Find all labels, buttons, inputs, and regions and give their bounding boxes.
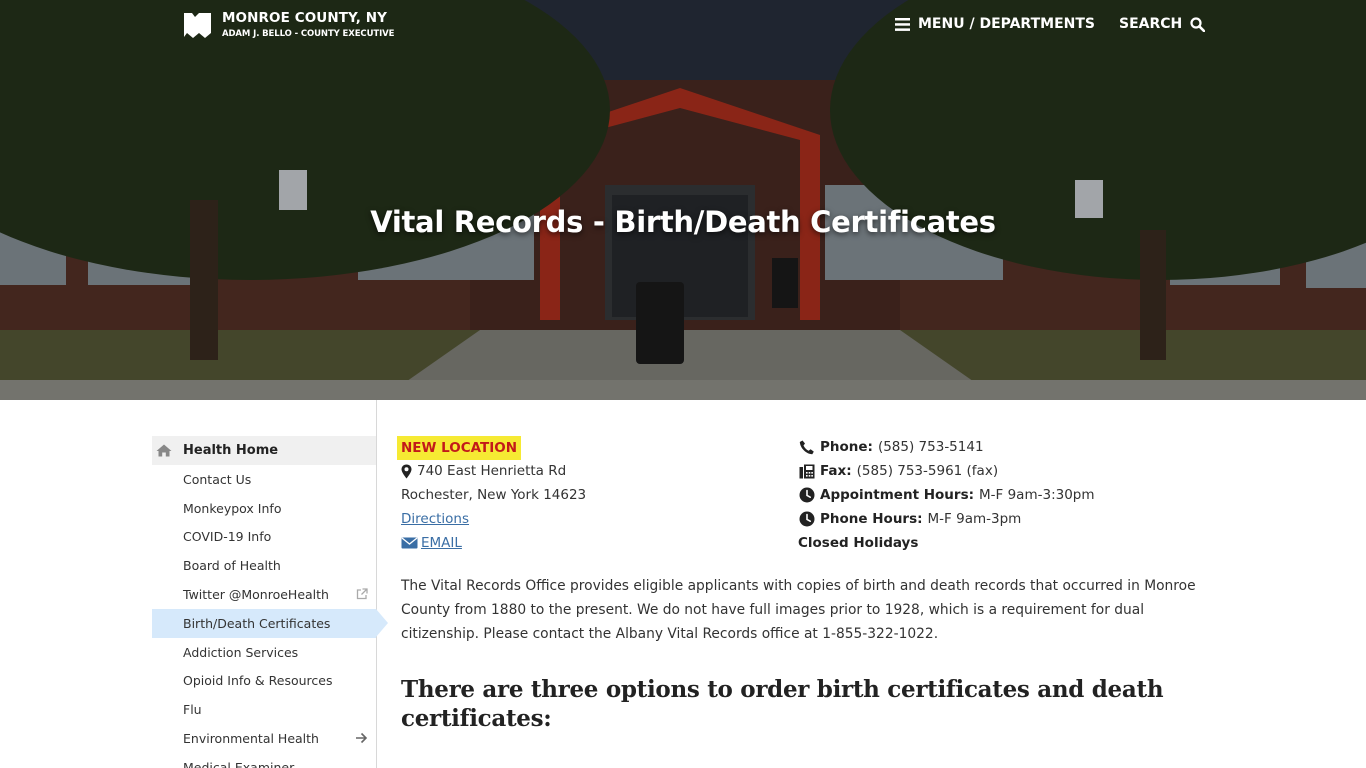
phone-label: Phone: [820,439,873,455]
home-icon [156,444,172,457]
appointment-hours-value: M-F 9am-3:30pm [979,487,1095,503]
menu-button[interactable]: MENU / DEPARTMENTS [895,16,1095,32]
sidebar-item-birth-death-certificates[interactable]: Birth/Death Certificates [152,608,388,638]
email-link[interactable]: EMAIL [421,535,462,551]
fax-icon [799,464,815,478]
sidebar-item-addiction-services[interactable]: Addiction Services [152,638,376,667]
contact-phone-hours: Phone Hours: M-F 9am-3pm [799,511,1021,527]
brand-subtitle: ADAM J. BELLO - COUNTY EXECUTIVE [222,29,395,39]
clock-icon [799,511,815,527]
top-navigation: MENU / DEPARTMENTS SEARCH [895,16,1206,32]
sidebar-divider [376,400,377,768]
arrow-right-icon[interactable] [355,732,368,744]
sidebar-item-health-home[interactable]: Health Home [152,436,376,465]
menu-label: MENU / DEPARTMENTS [918,16,1095,32]
street-text: 740 East Henrietta Rd [417,463,567,479]
sidebar-item-label: Flu [183,702,202,718]
sidebar-item-twitter[interactable]: Twitter @MonroeHealth [152,580,376,609]
contact-phone: Phone: (585) 753-5141 [799,439,984,455]
email-link-wrap[interactable]: EMAIL [401,535,462,551]
phone-icon [799,440,814,454]
directions-link[interactable]: Directions [401,511,469,527]
sidebar-item-covid[interactable]: COVID-19 Info [152,523,376,552]
brand-name: MONROE COUNTY, NY [222,10,387,26]
new-location-badge: NEW LOCATION [397,436,522,460]
sidebar-item-opioid[interactable]: Opioid Info & Resources [152,667,376,696]
hero-banner [0,0,1366,400]
fax-value: (585) 753-5961 (fax) [856,463,999,479]
clock-icon [799,487,815,503]
county-logo-icon [184,13,211,38]
contact-fax: Fax: (585) 753-5961 (fax) [799,463,998,479]
hamburger-icon [895,17,910,31]
sidebar-item-label: Addiction Services [183,644,299,660]
closed-holidays-note: Closed Holidays [798,535,919,551]
sidebar-item-monkeypox[interactable]: Monkeypox Info [152,494,376,523]
sidebar-home-label: Health Home [183,443,279,458]
sidebar-item-label: Twitter @MonroeHealth [183,587,329,603]
sidebar-item-board-of-health[interactable]: Board of Health [152,551,376,580]
sidebar-item-label: Board of Health [183,558,281,574]
page-title: Vital Records - Birth/Death Certificates [370,205,996,239]
external-link-icon [356,588,368,600]
phone-hours-value: M-F 9am-3pm [927,511,1022,527]
sidebar-item-environmental-health[interactable]: Environmental Health [152,724,376,753]
sidebar-item-label: Opioid Info & Resources [183,673,333,689]
intro-paragraph: The Vital Records Office provides eligib… [401,578,1196,642]
sidebar-item-label: Birth/Death Certificates [183,615,331,631]
sidebar-item-label: Contact Us [183,471,252,487]
sidebar-item-label: COVID-19 Info [183,529,272,545]
address-street: 740 East Henrietta Rd [401,463,566,479]
sidebar-list: Contact Us Monkeypox Info COVID-19 Info … [152,465,388,768]
site-brand[interactable]: MONROE COUNTY, NY ADAM J. BELLO - COUNTY… [183,11,394,39]
sidebar-item-label: Monkeypox Info [183,500,282,516]
search-label: SEARCH [1118,16,1183,32]
phone-hours-label: Phone Hours: [820,511,923,527]
phone-value: (585) 753-5141 [877,439,984,455]
fax-label: Fax: [820,463,852,479]
search-button[interactable]: SEARCH [1118,16,1206,32]
envelope-icon [401,537,418,549]
sidebar-item-contact-us[interactable]: Contact Us [152,465,376,494]
contact-appointment-hours: Appointment Hours: M-F 9am-3:30pm [799,487,1095,503]
hero-overlay [0,0,1366,400]
address-city: Rochester, New York 14623 [401,487,587,503]
search-icon [1190,16,1206,32]
sidebar-item-label: Environmental Health [183,731,319,747]
order-options-heading: There are three options to order birth c… [401,676,1164,732]
appointment-hours-label: Appointment Hours: [820,487,975,503]
sidebar-item-flu[interactable]: Flu [152,695,376,724]
sidebar-item-medical-examiner[interactable]: Medical Examiner [152,753,376,768]
sidebar-item-label: Medical Examiner [183,759,295,768]
map-marker-icon [401,464,412,478]
